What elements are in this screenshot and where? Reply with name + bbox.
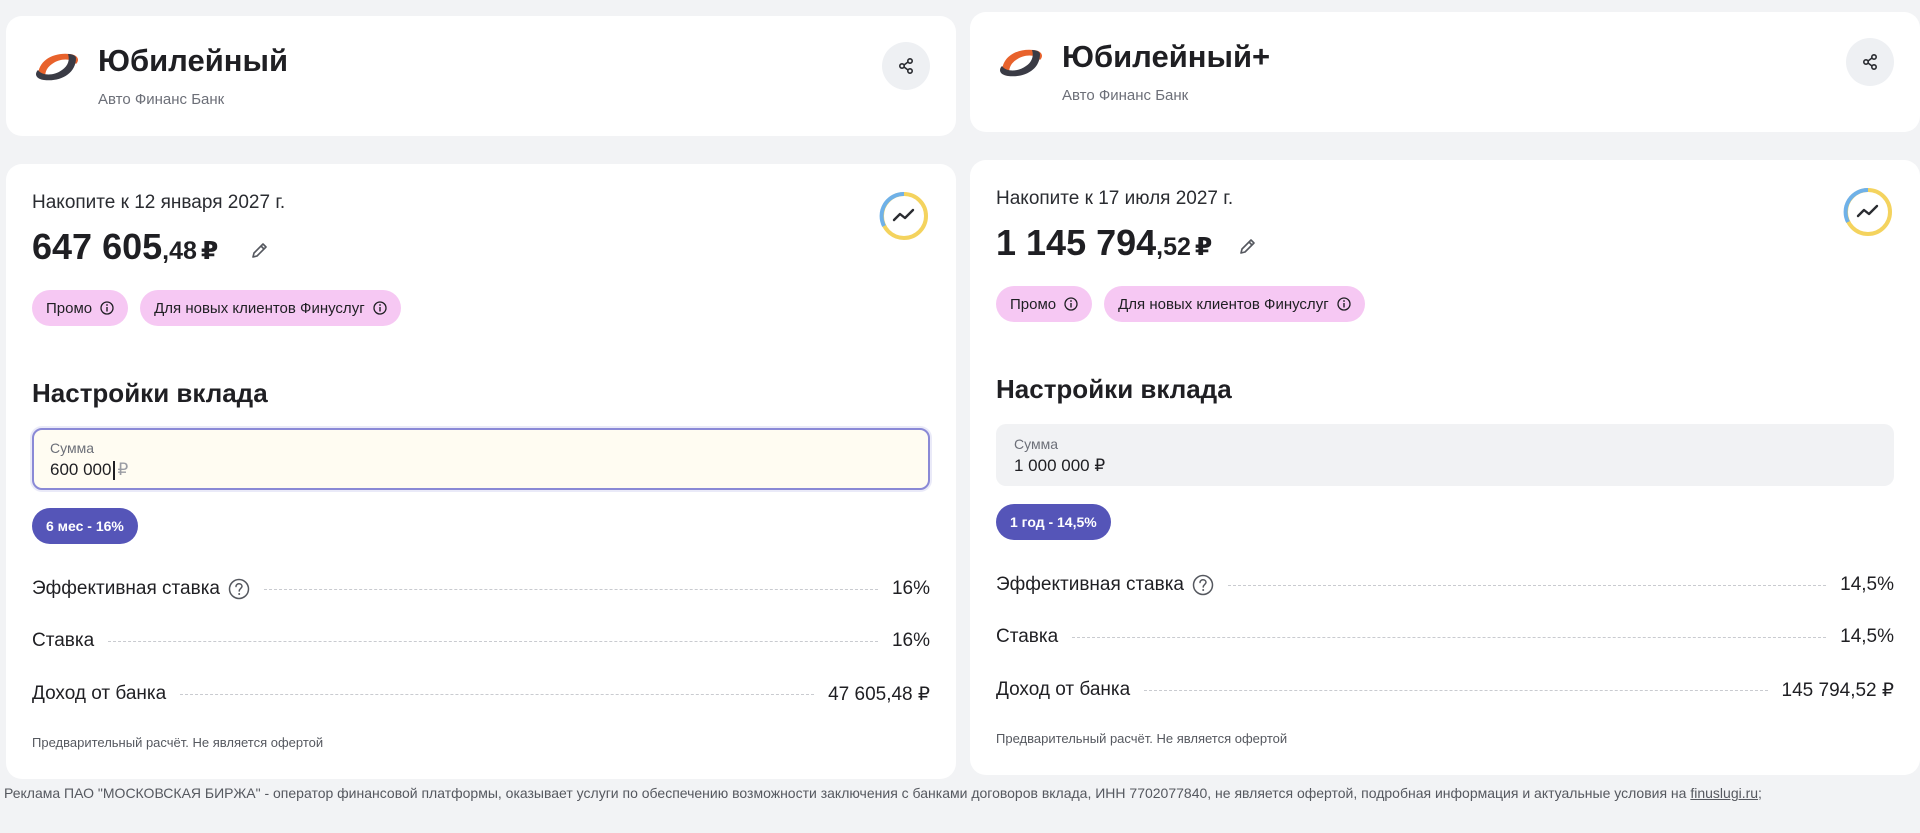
bank-logo-icon: [36, 53, 78, 81]
text-caret: [113, 460, 116, 480]
row-value: 16%: [891, 630, 930, 651]
help-icon[interactable]: [1192, 574, 1214, 596]
footer-text: Реклама ПАО "МОСКОВСКАЯ БИРЖА" - операто…: [4, 785, 1691, 801]
disclaimer: Предварительный расчёт. Не является офер…: [996, 731, 1288, 746]
new-clients-badge[interactable]: Для новых клиентов Финуслуг: [1104, 286, 1365, 322]
offer-header-card: Юбилейный+ Авто Финанс Банк: [970, 12, 1920, 132]
row-value: 16%: [891, 578, 930, 599]
effective-rate-row: Эффективная ставка 16%: [32, 574, 930, 604]
new-clients-badge[interactable]: Для новых клиентов Финуслуг: [140, 290, 401, 326]
promo-badge[interactable]: Промо: [996, 286, 1093, 322]
dotted-leader: [1144, 689, 1768, 691]
sum-value[interactable]: 1 000 000 ₽: [1014, 456, 1105, 476]
share-icon: [1862, 53, 1878, 71]
finuslugi-link[interactable]: finuslugi.ru: [1690, 785, 1758, 801]
ad-disclaimer-footer: Реклама ПАО "МОСКОВСКАЯ БИРЖА" - операто…: [4, 785, 1762, 801]
dotted-leader: [108, 640, 878, 642]
row-label: Доход от банка: [996, 679, 1131, 700]
row-value: 145 794,52 ₽: [1781, 679, 1894, 701]
footer-suffix: ;: [1758, 785, 1762, 801]
growth-ring-icon: [879, 191, 928, 240]
effective-rate-row: Эффективная ставка 14,5%: [996, 570, 1894, 600]
dotted-leader: [264, 588, 878, 590]
row-value: 47 605,48 ₽: [828, 683, 930, 705]
total-amount: 647 605 ,48 ₽: [32, 226, 218, 268]
accumulate-label: Накопите к 17 июля 2027 г.: [996, 188, 1234, 209]
income-row: Доход от банка 145 794,52 ₽: [996, 675, 1894, 705]
offer-main-card: Накопите к 12 января 2027 г. 647 605 ,48…: [6, 164, 956, 779]
row-label: Эффективная ставка: [996, 574, 1184, 595]
share-button[interactable]: [1846, 38, 1894, 86]
badges-row: Промо Для новых клиентов Финуслуг: [996, 286, 1365, 322]
term-chip[interactable]: 1 год - 14,5%: [996, 504, 1111, 540]
rate-row: Ставка 14,5%: [996, 622, 1894, 652]
growth-ring-icon: [1843, 187, 1892, 236]
bank-title: Юбилейный: [98, 43, 289, 78]
amount-integer: 647 605: [32, 226, 163, 267]
promo-badge[interactable]: Промо: [32, 290, 129, 326]
share-icon: [898, 57, 914, 75]
sum-input-field[interactable]: Сумма 600 000 ₽: [32, 428, 930, 490]
bank-subtitle: Авто Финанс Банк: [98, 91, 225, 108]
term-chip[interactable]: 6 мес - 16%: [32, 508, 138, 544]
dotted-leader: [1072, 636, 1827, 638]
sum-label: Сумма: [1014, 436, 1058, 452]
row-value: 14,5%: [1840, 574, 1894, 595]
pencil-icon: [1240, 239, 1255, 254]
disclaimer: Предварительный расчёт. Не является офер…: [32, 735, 324, 750]
row-value: 14,5%: [1840, 626, 1894, 647]
edit-amount-button[interactable]: [246, 236, 274, 264]
sum-label: Сумма: [50, 440, 94, 456]
dotted-leader: [180, 693, 815, 695]
income-row: Доход от банка 47 605,48 ₽: [32, 679, 930, 709]
info-icon: [373, 301, 387, 315]
badge-label: Промо: [1010, 295, 1057, 313]
accumulate-label: Накопите к 12 января 2027 г.: [32, 192, 286, 213]
info-icon: [1064, 297, 1078, 311]
pencil-icon: [252, 243, 267, 258]
offer-header-card: Юбилейный Авто Финанс Банк: [6, 16, 956, 136]
amount-currency: ₽: [200, 237, 219, 265]
sum-currency: ₽: [117, 460, 129, 479]
amount-fraction: ,48: [162, 237, 197, 265]
badges-row: Промо Для новых клиентов Финуслуг: [32, 290, 401, 326]
settings-title: Настройки вклада: [32, 378, 268, 408]
help-icon[interactable]: [228, 578, 250, 600]
settings-title: Настройки вклада: [996, 374, 1232, 404]
share-button[interactable]: [882, 42, 930, 90]
amount-fraction: ,52: [1156, 233, 1191, 261]
info-icon: [100, 301, 114, 315]
bank-subtitle: Авто Финанс Банк: [1062, 87, 1189, 104]
badge-label: Для новых клиентов Финуслуг: [1118, 295, 1329, 313]
badge-label: Промо: [46, 299, 93, 317]
info-icon: [1337, 297, 1351, 311]
row-label: Эффективная ставка: [32, 578, 220, 599]
amount-integer: 1 145 794: [996, 222, 1157, 263]
offer-main-card: Накопите к 17 июля 2027 г. 1 145 794 ,52…: [970, 160, 1920, 775]
dotted-leader: [1228, 584, 1827, 586]
sum-value[interactable]: 600 000: [50, 460, 111, 480]
bank-title: Юбилейный+: [1062, 39, 1271, 74]
sum-input-field[interactable]: Сумма 1 000 000 ₽: [996, 424, 1894, 486]
bank-logo-icon: [1000, 49, 1042, 77]
total-amount: 1 145 794 ,52 ₽: [996, 222, 1212, 264]
badge-label: Для новых клиентов Финуслуг: [154, 299, 365, 317]
amount-currency: ₽: [1194, 233, 1213, 261]
row-label: Ставка: [996, 626, 1059, 647]
row-label: Доход от банка: [32, 683, 167, 704]
edit-amount-button[interactable]: [1234, 232, 1262, 260]
row-label: Ставка: [32, 630, 95, 651]
rate-row: Ставка 16%: [32, 626, 930, 656]
